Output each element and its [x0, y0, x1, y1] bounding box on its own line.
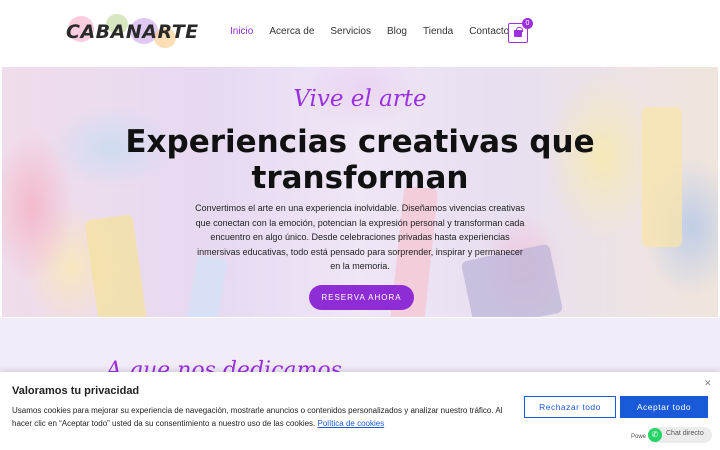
nav-item-servicios[interactable]: Servicios — [330, 26, 371, 37]
hero-title: Experiencias creativas que transforman — [2, 124, 718, 196]
nav-item-inicio[interactable]: Inicio — [230, 26, 253, 37]
powered-by-text: Powe — [631, 434, 647, 440]
cookie-title: Valoramos tu privacidad — [12, 385, 140, 397]
cart-button[interactable]: 0 — [508, 18, 533, 43]
cookie-policy-link[interactable]: Política de cookies — [318, 419, 385, 428]
site-header: CABANARTE Inicio Acerca de Servicios Blo… — [0, 0, 720, 66]
hero-banner: Vive el arte Experiencias creativas que … — [2, 67, 718, 317]
chat-direct-button[interactable]: ✆ Chat directo — [648, 427, 712, 443]
cookie-consent-banner: ✕ Valoramos tu privacidad Usamos cookies… — [0, 372, 720, 450]
cookie-text: Usamos cookies para mejorar su experienc… — [12, 404, 507, 430]
cart-count-badge: 0 — [522, 18, 533, 29]
cookie-description: Usamos cookies para mejorar su experienc… — [12, 406, 503, 428]
nav-item-acerca-de[interactable]: Acerca de — [269, 26, 314, 37]
reject-all-button[interactable]: Rechazar todo — [524, 396, 616, 418]
whatsapp-icon: ✆ — [648, 428, 662, 442]
hero-description: Convertimos el arte en una experiencia i… — [195, 203, 525, 272]
reserve-now-button[interactable]: RESERVA AHORA — [309, 285, 414, 310]
shopping-bag-icon — [514, 27, 523, 37]
logo-text: CABANARTE — [66, 21, 199, 43]
hero-title-line-1: Experiencias creativas que — [125, 124, 595, 160]
main-nav: Inicio Acerca de Servicios Blog Tienda C… — [230, 26, 525, 37]
page: CABANARTE Inicio Acerca de Servicios Blo… — [0, 0, 720, 450]
hero-script-title: Vive el arte — [293, 86, 427, 112]
hero-title-line-2: transforman — [251, 160, 469, 196]
site-logo[interactable]: CABANARTE — [66, 14, 198, 52]
nav-item-tienda[interactable]: Tienda — [423, 26, 453, 37]
nav-item-contacto[interactable]: Contacto — [469, 26, 509, 37]
close-icon[interactable]: ✕ — [704, 378, 712, 389]
chat-label: Chat directo — [666, 430, 704, 437]
nav-item-blog[interactable]: Blog — [387, 26, 407, 37]
accept-all-button[interactable]: Aceptar todo — [620, 396, 708, 418]
